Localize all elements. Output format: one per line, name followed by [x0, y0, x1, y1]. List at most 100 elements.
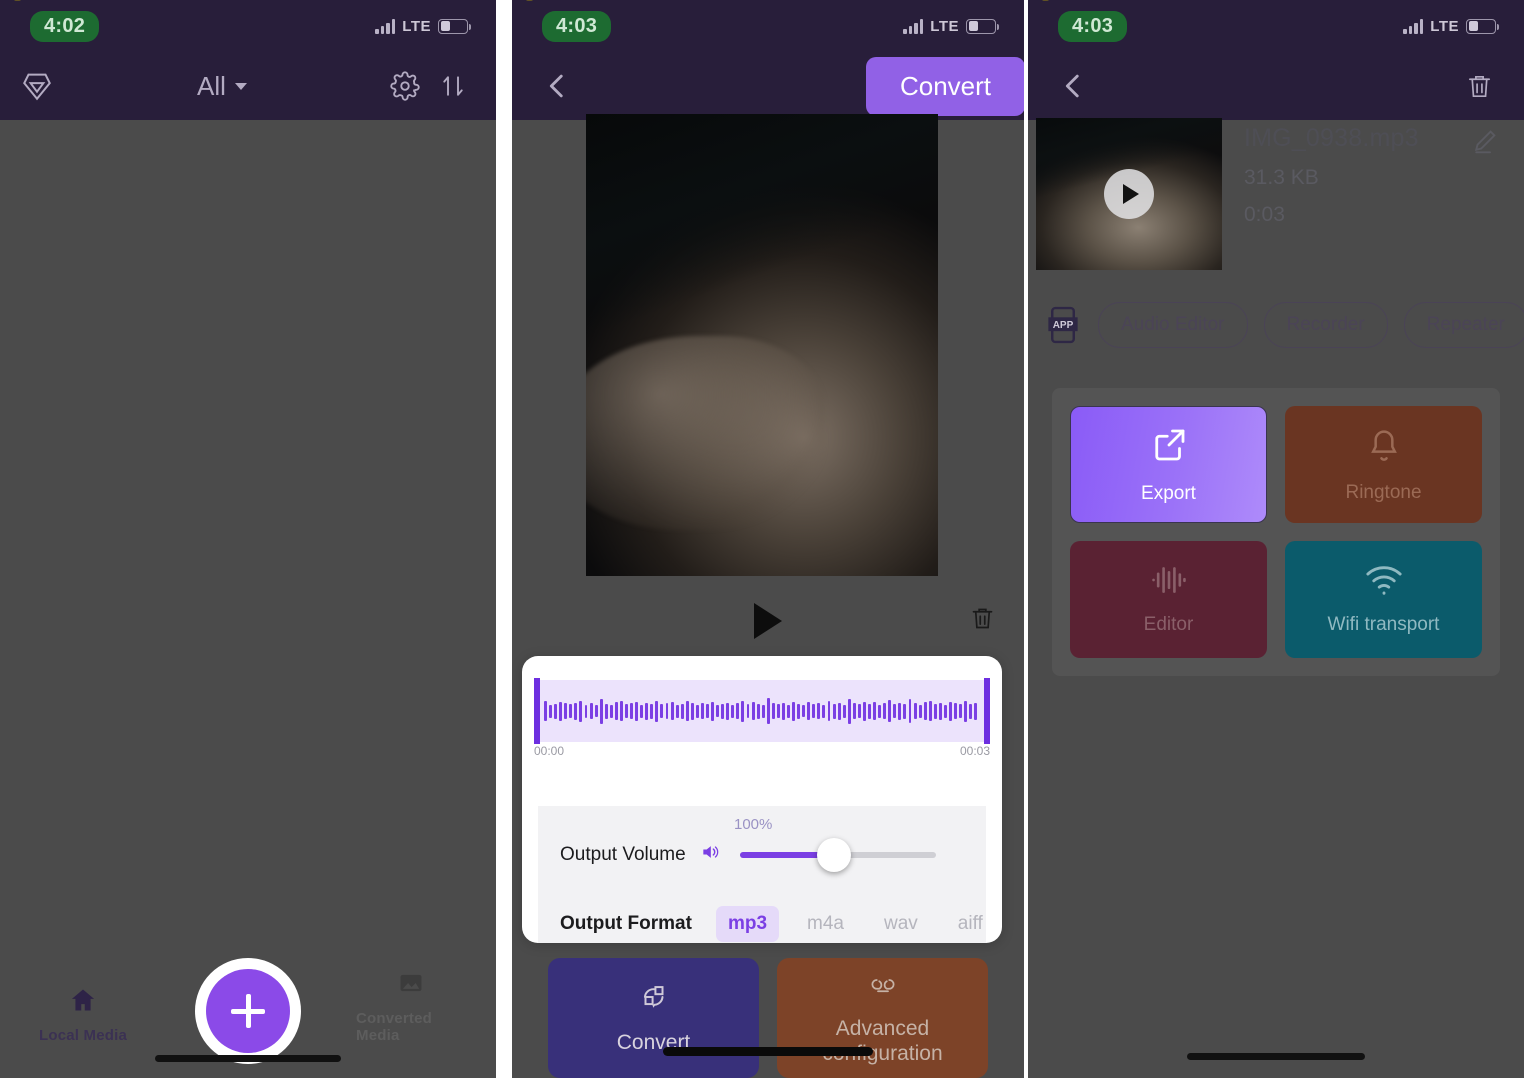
- link-icon: [864, 970, 902, 1005]
- gear-icon[interactable]: [390, 71, 420, 101]
- signal-bars-icon: [1403, 18, 1424, 34]
- status-time: 4:03: [542, 10, 612, 42]
- output-format-label: Output Format: [560, 913, 692, 934]
- network-type-label: LTE: [1430, 17, 1459, 35]
- waveform-timestamps: 00:00 00:03: [534, 744, 990, 760]
- output-volume-label: Output Volume: [560, 843, 686, 865]
- waveform-bars: [544, 694, 980, 728]
- waveform-track[interactable]: [534, 678, 990, 744]
- chip-audio-editor[interactable]: Audio Editor: [1098, 302, 1248, 348]
- format-option-wav[interactable]: wav: [872, 906, 930, 942]
- convert-settings-card: 00:00 00:03 100% Output Volume Output Fo…: [522, 656, 1002, 943]
- format-option-aiff[interactable]: aiff: [946, 906, 995, 942]
- home-indicator: [663, 1047, 873, 1056]
- svg-text:APP: APP: [1053, 320, 1074, 331]
- export-tile[interactable]: Export: [1070, 406, 1267, 523]
- file-size: 31.3 KB: [1244, 166, 1319, 189]
- status-bar-3: 4:03 LTE: [1028, 0, 1524, 52]
- format-option-m4a[interactable]: m4a: [795, 906, 856, 942]
- navbar-2: Convert: [512, 52, 1024, 120]
- status-time: 4:02: [30, 10, 100, 42]
- wifi-transport-tile[interactable]: Wifi transport: [1285, 541, 1482, 658]
- media-list-area: Local Media Converted Media: [0, 120, 496, 1078]
- play-icon[interactable]: [754, 603, 782, 639]
- trim-handle-right[interactable]: [984, 678, 990, 744]
- waveform-end-time: 00:03: [959, 744, 990, 758]
- file-detail-content: IMG_0938.mp3 31.3 KB 0:03 APP Audio Edit…: [1028, 118, 1524, 1078]
- convert-button[interactable]: Convert: [548, 958, 759, 1078]
- home-indicator: [155, 1055, 341, 1062]
- play-icon[interactable]: [1104, 169, 1154, 219]
- output-volume-row: Output Volume: [560, 837, 970, 872]
- sort-arrows-icon[interactable]: [438, 71, 468, 101]
- tool-chip-row: APP Audio Editor Recorder Repeater: [1044, 302, 1524, 348]
- wifi-transport-tile-label: Wifi transport: [1327, 614, 1440, 635]
- file-metadata: IMG_0938.mp3 31.3 KB 0:03: [1244, 118, 1448, 270]
- image-icon: [396, 969, 426, 1002]
- file-name: IMG_0938.mp3: [1244, 124, 1419, 152]
- settings-box: 100% Output Volume Output Format mp3 m4a…: [538, 806, 986, 943]
- bottom-tabbar: Local Media Converted Media: [0, 958, 496, 1078]
- sidebar-item-label: Converted Media: [356, 1010, 432, 1044]
- battery-icon: [1466, 18, 1499, 34]
- format-option-mp3[interactable]: mp3: [715, 906, 780, 942]
- status-bar-1: 4:02 LTE: [0, 0, 496, 52]
- file-thumbnail[interactable]: [1036, 118, 1222, 270]
- fab-circle: [206, 969, 290, 1053]
- filter-dropdown[interactable]: All: [197, 71, 247, 102]
- chip-recorder[interactable]: Recorder: [1263, 302, 1388, 348]
- chip-repeater[interactable]: Repeater: [1403, 302, 1524, 348]
- network-type-label: LTE: [930, 17, 959, 35]
- trash-icon[interactable]: [969, 604, 996, 638]
- signal-bars-icon: [903, 18, 924, 34]
- status-indicators: LTE: [903, 17, 999, 35]
- recording-dot-icon: [526, 0, 533, 1]
- plus-icon: [231, 994, 265, 1028]
- filter-label: All: [197, 70, 226, 101]
- convert-icon: [635, 980, 673, 1019]
- chevron-left-icon[interactable]: [1056, 69, 1090, 103]
- editor-tile[interactable]: Editor: [1070, 541, 1267, 658]
- video-preview[interactable]: [586, 114, 938, 576]
- home-indicator: [1187, 1053, 1365, 1060]
- trash-icon[interactable]: [1465, 71, 1494, 102]
- recording-dot-icon: [1042, 0, 1049, 1]
- sidebar-item-label: Local Media: [38, 1027, 128, 1044]
- speaker-icon: [698, 842, 722, 867]
- share-export-icon: [1148, 424, 1190, 471]
- volume-slider[interactable]: [739, 837, 936, 872]
- advanced-configuration-button[interactable]: Advanced configuration: [777, 958, 988, 1078]
- waveform-start-time: 00:00: [534, 744, 565, 758]
- wifi-icon: [1362, 563, 1406, 602]
- signal-bars-icon: [375, 18, 396, 34]
- diamond-heart-icon[interactable]: [20, 69, 54, 103]
- pencil-icon[interactable]: [1470, 118, 1500, 270]
- action-tiles-card: Export Ringtone Editor Wifi transport: [1052, 388, 1500, 676]
- ringtone-tile-label: Ringtone: [1345, 482, 1422, 503]
- file-info-row: IMG_0938.mp3 31.3 KB 0:03: [1036, 118, 1500, 270]
- status-indicators: LTE: [1403, 17, 1499, 35]
- status-bar-2: 4:03 LTE: [512, 0, 1024, 52]
- sidebar-item-local-media[interactable]: Local Media: [36, 986, 130, 1044]
- convert-button-top[interactable]: Convert: [865, 56, 1024, 116]
- ringtone-tile[interactable]: Ringtone: [1285, 406, 1482, 523]
- advanced-configuration-label: Advanced configuration: [822, 1017, 943, 1065]
- status-indicators: LTE: [375, 17, 471, 35]
- volume-slider-knob[interactable]: [816, 837, 851, 872]
- screenshot-stage: 4:02 LTE All Local Media Converted Media…: [0, 0, 1524, 1078]
- app-badge-icon: APP: [1044, 305, 1082, 345]
- output-format-row: Output Format mp3 m4a wav aiff caf: [560, 906, 983, 942]
- network-type-label: LTE: [402, 17, 431, 35]
- sidebar-item-converted-media[interactable]: Converted Media: [356, 969, 466, 1044]
- editor-tile-label: Editor: [1143, 614, 1194, 635]
- navbar-1: All: [0, 52, 496, 120]
- panel-local-media: 4:02 LTE All Local Media Converted Media: [0, 0, 496, 1078]
- chevron-left-icon[interactable]: [540, 69, 574, 103]
- trim-handle-left[interactable]: [534, 678, 540, 744]
- battery-icon: [438, 18, 471, 34]
- waveform-icon: [1147, 563, 1191, 602]
- panel-convert: 4:03 LTE Convert 00:00 00:03 100% Output…: [512, 0, 1024, 1078]
- action-tiles-grid: Export Ringtone Editor Wifi transport: [1070, 406, 1482, 658]
- add-media-fab[interactable]: [195, 958, 301, 1064]
- status-time: 4:03: [1058, 10, 1128, 42]
